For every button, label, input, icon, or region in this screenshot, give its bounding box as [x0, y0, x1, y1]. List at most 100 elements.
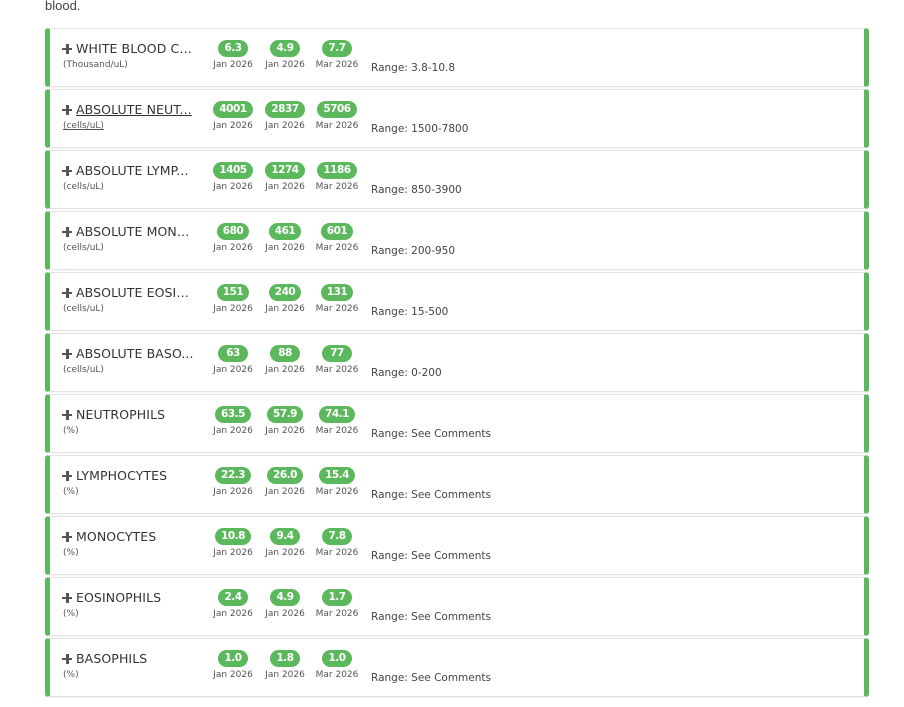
intro-text: blood. [45, 0, 81, 13]
result-value-badge[interactable]: 7.8 [322, 528, 352, 545]
result-item: 88 Jan 2026 [259, 345, 311, 375]
plus-icon[interactable] [62, 287, 72, 298]
result-date: Jan 2026 [213, 609, 253, 619]
result-value-badge[interactable]: 15.4 [319, 467, 355, 484]
result-value-badge[interactable]: 6.3 [218, 40, 248, 57]
test-row[interactable]: WHITE BLOOD CE... (Thousand/uL) 6.3 Jan 202… [45, 28, 869, 87]
result-value-badge[interactable]: 4001 [213, 101, 253, 118]
plus-icon[interactable] [62, 470, 72, 481]
test-row[interactable]: MONOCYTES (%) 10.8 Jan 2026 9.4 Jan 2026 7.8 Ma… [45, 516, 869, 575]
test-info: ABSOLUTE MONO... (cells/uL) [62, 224, 197, 253]
test-name[interactable]: ABSOLUTE LYMP... [76, 163, 189, 178]
result-value-badge[interactable]: 2837 [265, 101, 305, 118]
test-row[interactable]: ABSOLUTE LYMP... (cells/uL) 1405 Jan 2026 12… [45, 150, 869, 209]
plus-icon[interactable] [62, 43, 72, 54]
test-name-line[interactable]: WHITE BLOOD CE... [62, 41, 197, 56]
result-value-badge[interactable]: 77 [322, 345, 352, 362]
result-value-badge[interactable]: 1274 [265, 162, 305, 179]
result-date: Jan 2026 [265, 121, 305, 131]
result-item: 5706 Mar 2026 [311, 101, 363, 131]
test-name-line[interactable]: MONOCYTES [62, 529, 197, 544]
plus-icon[interactable] [62, 165, 72, 176]
result-value-badge[interactable]: 22.3 [215, 467, 251, 484]
test-name-line[interactable]: ABSOLUTE MONO... [62, 224, 197, 239]
result-value-badge[interactable]: 151 [216, 284, 250, 301]
result-date: Mar 2026 [315, 609, 359, 619]
result-item: 63.5 Jan 2026 [207, 406, 259, 436]
test-name-line[interactable]: ABSOLUTE NEUT... [62, 102, 197, 117]
test-unit: (cells/uL) [63, 121, 104, 131]
results-group: 22.3 Jan 2026 26.0 Jan 2026 15.4 Mar 2026 Rang… [207, 467, 491, 501]
test-name-line[interactable]: EOSINOPHILS [62, 590, 197, 605]
test-row[interactable]: ABSOLUTE BASO... (cells/uL) 63 Jan 2026 88 Ja… [45, 333, 869, 392]
result-date: Jan 2026 [213, 304, 253, 314]
result-value-badge[interactable]: 2.4 [218, 589, 248, 606]
test-name-line[interactable]: ABSOLUTE BASO... [62, 346, 197, 361]
plus-icon[interactable] [62, 348, 72, 359]
test-name[interactable]: WHITE BLOOD CE... [76, 41, 194, 56]
test-name-line[interactable]: NEUTROPHILS [62, 407, 197, 422]
result-value-badge[interactable]: 240 [268, 284, 302, 301]
result-value-badge[interactable]: 1.8 [270, 650, 300, 667]
result-value-badge[interactable]: 4.9 [270, 40, 300, 57]
test-name-line[interactable]: BASOPHILS [62, 651, 197, 666]
reference-range: Range: 0-200 [371, 367, 442, 379]
plus-icon[interactable] [62, 409, 72, 420]
test-name-line[interactable]: LYMPHOCYTES [62, 468, 197, 483]
result-value-badge[interactable]: 5706 [317, 101, 357, 118]
result-value-badge[interactable]: 1.0 [218, 650, 248, 667]
result-value-badge[interactable]: 88 [270, 345, 300, 362]
result-value-badge[interactable]: 9.4 [270, 528, 300, 545]
test-name-line[interactable]: ABSOLUTE EOSIN... [62, 285, 197, 300]
test-row[interactable]: LYMPHOCYTES (%) 22.3 Jan 2026 26.0 Jan 2026 15… [45, 455, 869, 514]
test-name[interactable]: ABSOLUTE BASO... [76, 346, 194, 361]
result-date: Jan 2026 [265, 365, 305, 375]
test-info: WHITE BLOOD CE... (Thousand/uL) [62, 41, 197, 70]
test-row[interactable]: ABSOLUTE EOSIN... (cells/uL) 151 Jan 2026 24… [45, 272, 869, 331]
test-row[interactable]: ABSOLUTE MONO... (cells/uL) 680 Jan 2026 461… [45, 211, 869, 270]
test-name[interactable]: MONOCYTES [76, 529, 156, 544]
test-unit: (cells/uL) [63, 182, 104, 192]
test-info: NEUTROPHILS (%) [62, 407, 197, 436]
test-row[interactable]: NEUTROPHILS (%) 63.5 Jan 2026 57.9 Jan 2026 74… [45, 394, 869, 453]
test-name[interactable]: EOSINOPHILS [76, 590, 161, 605]
test-name[interactable]: ABSOLUTE MONO... [76, 224, 194, 239]
result-value-badge[interactable]: 57.9 [267, 406, 303, 423]
result-item: 22.3 Jan 2026 [207, 467, 259, 497]
result-value-badge[interactable]: 10.8 [215, 528, 251, 545]
plus-icon[interactable] [62, 226, 72, 237]
test-row[interactable]: EOSINOPHILS (%) 2.4 Jan 2026 4.9 Jan 2026 1.7 M… [45, 577, 869, 636]
plus-icon[interactable] [62, 104, 72, 115]
result-value-badge[interactable]: 7.7 [322, 40, 352, 57]
result-value-badge[interactable]: 1405 [213, 162, 253, 179]
result-item: 151 Jan 2026 [207, 284, 259, 314]
result-value-badge[interactable]: 74.1 [319, 406, 355, 423]
result-value-badge[interactable]: 26.0 [267, 467, 303, 484]
plus-icon[interactable] [62, 653, 72, 664]
result-value-badge[interactable]: 601 [320, 223, 354, 240]
result-value-badge[interactable]: 680 [216, 223, 250, 240]
plus-icon[interactable] [62, 592, 72, 603]
result-item: 240 Jan 2026 [259, 284, 311, 314]
result-item: 7.8 Mar 2026 [311, 528, 363, 558]
result-value-badge[interactable]: 63 [218, 345, 248, 362]
result-value-badge[interactable]: 131 [320, 284, 354, 301]
result-value-badge[interactable]: 63.5 [215, 406, 251, 423]
result-date: Jan 2026 [213, 243, 253, 253]
test-name[interactable]: LYMPHOCYTES [76, 468, 167, 483]
result-value-badge[interactable]: 1186 [317, 162, 357, 179]
test-name[interactable]: BASOPHILS [76, 651, 147, 666]
test-name[interactable]: ABSOLUTE NEUT... [76, 102, 192, 117]
result-value-badge[interactable]: 461 [268, 223, 302, 240]
result-value-badge[interactable]: 1.0 [322, 650, 352, 667]
test-name[interactable]: ABSOLUTE EOSIN... [76, 285, 194, 300]
result-date: Jan 2026 [265, 182, 305, 192]
test-row[interactable]: ABSOLUTE NEUT... (cells/uL) 4001 Jan 2026 28… [45, 89, 869, 148]
result-value-badge[interactable]: 4.9 [270, 589, 300, 606]
test-row[interactable]: BASOPHILS (%) 1.0 Jan 2026 1.8 Jan 2026 1.0 Mar… [45, 638, 869, 697]
plus-icon[interactable] [62, 531, 72, 542]
test-name-line[interactable]: ABSOLUTE LYMP... [62, 163, 197, 178]
test-name[interactable]: NEUTROPHILS [76, 407, 165, 422]
result-value-badge[interactable]: 1.7 [322, 589, 352, 606]
results-group: 6.3 Jan 2026 4.9 Jan 2026 7.7 Mar 2026 Range: … [207, 40, 455, 74]
